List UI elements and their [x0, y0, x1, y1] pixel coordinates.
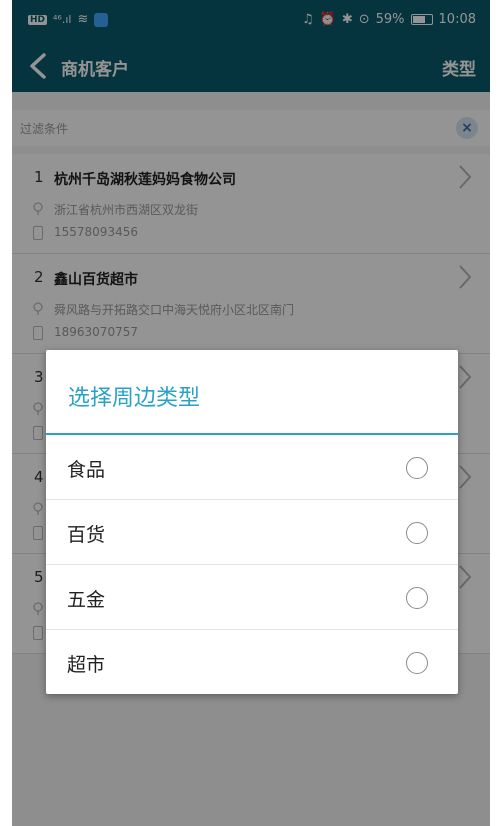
radio-button[interactable] — [406, 587, 428, 609]
option-label: 超市 — [67, 654, 106, 676]
radio-button[interactable] — [406, 522, 428, 544]
dialog-title: 选择周边类型 — [68, 386, 201, 411]
radio-button[interactable] — [406, 457, 428, 479]
radio-button[interactable] — [406, 652, 428, 674]
option-label: 百货 — [67, 524, 106, 546]
type-select-dialog: 选择周边类型 食品 百货 五金 超市 — [46, 350, 458, 694]
option-list: 食品 百货 五金 超市 — [46, 435, 458, 695]
option-general-goods[interactable]: 百货 — [46, 500, 458, 565]
option-label: 食品 — [67, 459, 106, 481]
option-supermarket[interactable]: 超市 — [46, 630, 458, 695]
option-food[interactable]: 食品 — [46, 435, 458, 500]
option-hardware[interactable]: 五金 — [46, 565, 458, 630]
phone-screen: HD ⁴⁶.ıl ≋ ♫ ⏰ ✱ ⊙ 59% 10:08 商机客户 类型 过滤条… — [12, 0, 490, 826]
option-label: 五金 — [67, 589, 106, 611]
